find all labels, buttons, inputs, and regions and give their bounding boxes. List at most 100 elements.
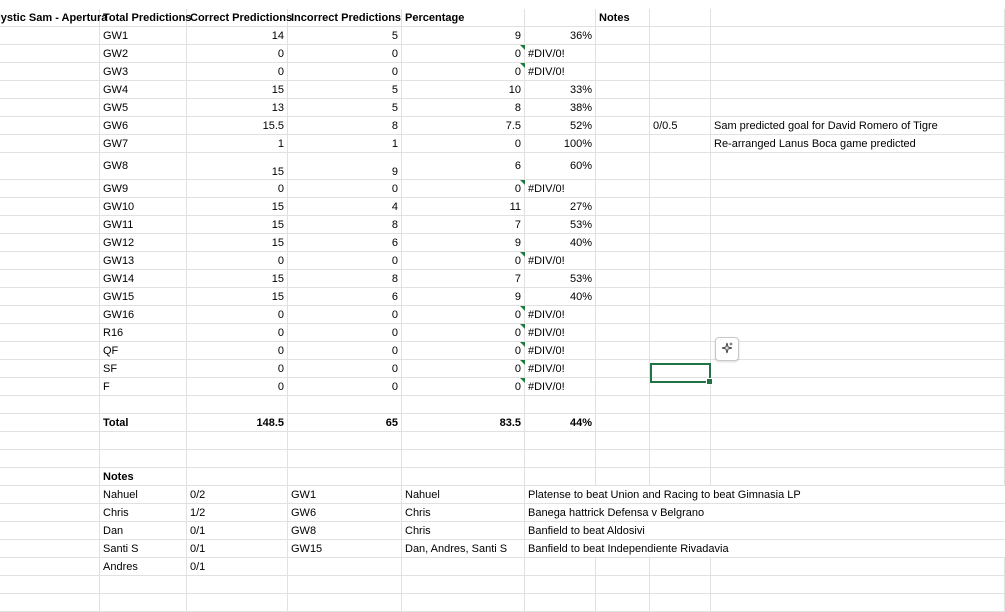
empty-cell[interactable] bbox=[402, 594, 525, 611]
total-cell[interactable]: 0 bbox=[187, 252, 288, 269]
empty-cell[interactable] bbox=[402, 396, 525, 413]
empty-cell[interactable] bbox=[711, 450, 1005, 467]
incorrect-cell[interactable]: 6 bbox=[402, 153, 525, 179]
note-score-cell[interactable]: 0/0.5 bbox=[650, 117, 711, 134]
empty-cell[interactable] bbox=[711, 306, 1005, 323]
empty-cell[interactable] bbox=[288, 450, 402, 467]
total-cell[interactable]: 15 bbox=[187, 81, 288, 98]
empty-cell[interactable] bbox=[0, 216, 100, 233]
empty-cell[interactable] bbox=[711, 198, 1005, 215]
empty-cell[interactable] bbox=[596, 468, 650, 485]
empty-cell[interactable] bbox=[596, 450, 650, 467]
detail-who-cell[interactable]: Dan, Andres, Santi S bbox=[402, 540, 525, 557]
empty-cell[interactable] bbox=[711, 27, 1005, 44]
percentage-cell[interactable]: #DIV/0! bbox=[525, 63, 596, 80]
total-sum-cell[interactable]: 148.5 bbox=[187, 414, 288, 431]
empty-cell[interactable] bbox=[711, 63, 1005, 80]
empty-cell[interactable] bbox=[596, 180, 650, 197]
gameweek-cell[interactable]: GW9 bbox=[100, 180, 187, 197]
empty-cell[interactable] bbox=[525, 9, 596, 26]
notes-title[interactable]: Notes bbox=[100, 468, 187, 485]
incorrect-cell[interactable]: 9 bbox=[402, 288, 525, 305]
empty-cell[interactable] bbox=[596, 558, 650, 575]
empty-cell[interactable] bbox=[100, 576, 187, 593]
incorrect-cell[interactable]: 0 bbox=[402, 135, 525, 152]
empty-cell[interactable] bbox=[596, 288, 650, 305]
empty-cell[interactable] bbox=[650, 252, 711, 269]
empty-cell[interactable] bbox=[596, 576, 650, 593]
detail-who-cell[interactable]: Chris bbox=[402, 504, 525, 521]
correct-cell[interactable]: 8 bbox=[288, 117, 402, 134]
incorrect-cell[interactable]: 0 bbox=[402, 63, 525, 80]
empty-cell[interactable] bbox=[596, 234, 650, 251]
empty-cell[interactable] bbox=[596, 432, 650, 449]
empty-cell[interactable] bbox=[596, 117, 650, 134]
correct-cell[interactable]: 0 bbox=[288, 45, 402, 62]
empty-cell[interactable] bbox=[650, 153, 711, 179]
person-score-cell[interactable]: 0/2 bbox=[187, 486, 288, 503]
empty-cell[interactable] bbox=[650, 306, 711, 323]
empty-cell[interactable] bbox=[650, 414, 711, 431]
total-cell[interactable]: 15 bbox=[187, 153, 288, 179]
percentage-cell[interactable]: #DIV/0! bbox=[525, 360, 596, 377]
gameweek-cell[interactable]: GW1 bbox=[100, 27, 187, 44]
gameweek-cell[interactable]: SF bbox=[100, 360, 187, 377]
empty-cell[interactable] bbox=[711, 81, 1005, 98]
gameweek-cell[interactable]: GW7 bbox=[100, 135, 187, 152]
incorrect-cell[interactable]: 0 bbox=[402, 324, 525, 341]
correct-cell[interactable]: 5 bbox=[288, 99, 402, 116]
empty-cell[interactable] bbox=[711, 396, 1005, 413]
percentage-cell[interactable]: 27% bbox=[525, 198, 596, 215]
incorrect-cell[interactable]: 0 bbox=[402, 306, 525, 323]
empty-cell[interactable] bbox=[650, 432, 711, 449]
correct-cell[interactable]: 9 bbox=[288, 153, 402, 179]
empty-cell[interactable] bbox=[0, 576, 100, 593]
correct-sum-cell[interactable]: 65 bbox=[288, 414, 402, 431]
empty-cell[interactable] bbox=[187, 576, 288, 593]
gameweek-cell[interactable]: GW10 bbox=[100, 198, 187, 215]
person-name-cell[interactable]: Nahuel bbox=[100, 486, 187, 503]
empty-cell[interactable] bbox=[711, 288, 1005, 305]
empty-cell[interactable] bbox=[402, 450, 525, 467]
empty-cell[interactable] bbox=[711, 270, 1005, 287]
empty-cell[interactable] bbox=[288, 594, 402, 611]
empty-cell[interactable] bbox=[0, 117, 100, 134]
person-name-cell[interactable]: Andres bbox=[100, 558, 187, 575]
correct-cell[interactable]: 4 bbox=[288, 198, 402, 215]
percentage-cell[interactable]: #DIV/0! bbox=[525, 252, 596, 269]
empty-cell[interactable] bbox=[0, 180, 100, 197]
detail-text-cell[interactable]: Platense to beat Union and Racing to bea… bbox=[525, 486, 1005, 503]
correct-cell[interactable]: 0 bbox=[288, 324, 402, 341]
empty-cell[interactable] bbox=[0, 342, 100, 359]
total-cell[interactable]: 15 bbox=[187, 288, 288, 305]
detail-gameweek-cell[interactable]: GW1 bbox=[288, 486, 402, 503]
note-text-cell[interactable]: Re-arranged Lanus Boca game predicted bbox=[711, 135, 1005, 152]
selected-cell[interactable] bbox=[650, 363, 713, 385]
empty-cell[interactable] bbox=[0, 288, 100, 305]
empty-cell[interactable] bbox=[0, 153, 100, 179]
empty-cell[interactable] bbox=[288, 576, 402, 593]
total-cell[interactable]: 1 bbox=[187, 135, 288, 152]
empty-cell[interactable] bbox=[711, 414, 1005, 431]
header-total[interactable]: Total Predictions bbox=[100, 9, 191, 26]
empty-cell[interactable] bbox=[650, 63, 711, 80]
empty-cell[interactable] bbox=[596, 63, 650, 80]
correct-cell[interactable]: 1 bbox=[288, 135, 402, 152]
empty-cell[interactable] bbox=[711, 342, 1005, 359]
empty-cell[interactable] bbox=[596, 153, 650, 179]
incorrect-cell[interactable]: 7 bbox=[402, 216, 525, 233]
header-notes[interactable]: Notes bbox=[596, 9, 650, 26]
total-cell[interactable]: 0 bbox=[187, 378, 288, 395]
incorrect-cell[interactable]: 0 bbox=[402, 252, 525, 269]
incorrect-cell[interactable]: 10 bbox=[402, 81, 525, 98]
correct-cell[interactable]: 0 bbox=[288, 306, 402, 323]
gameweek-cell[interactable]: GW15 bbox=[100, 288, 187, 305]
percentage-cell[interactable]: #DIV/0! bbox=[525, 45, 596, 62]
empty-cell[interactable] bbox=[596, 378, 650, 395]
empty-cell[interactable] bbox=[0, 432, 100, 449]
empty-cell[interactable] bbox=[187, 432, 288, 449]
empty-cell[interactable] bbox=[596, 360, 650, 377]
percentage-cell[interactable]: 53% bbox=[525, 270, 596, 287]
detail-gameweek-cell[interactable]: GW15 bbox=[288, 540, 402, 557]
empty-cell[interactable] bbox=[0, 324, 100, 341]
